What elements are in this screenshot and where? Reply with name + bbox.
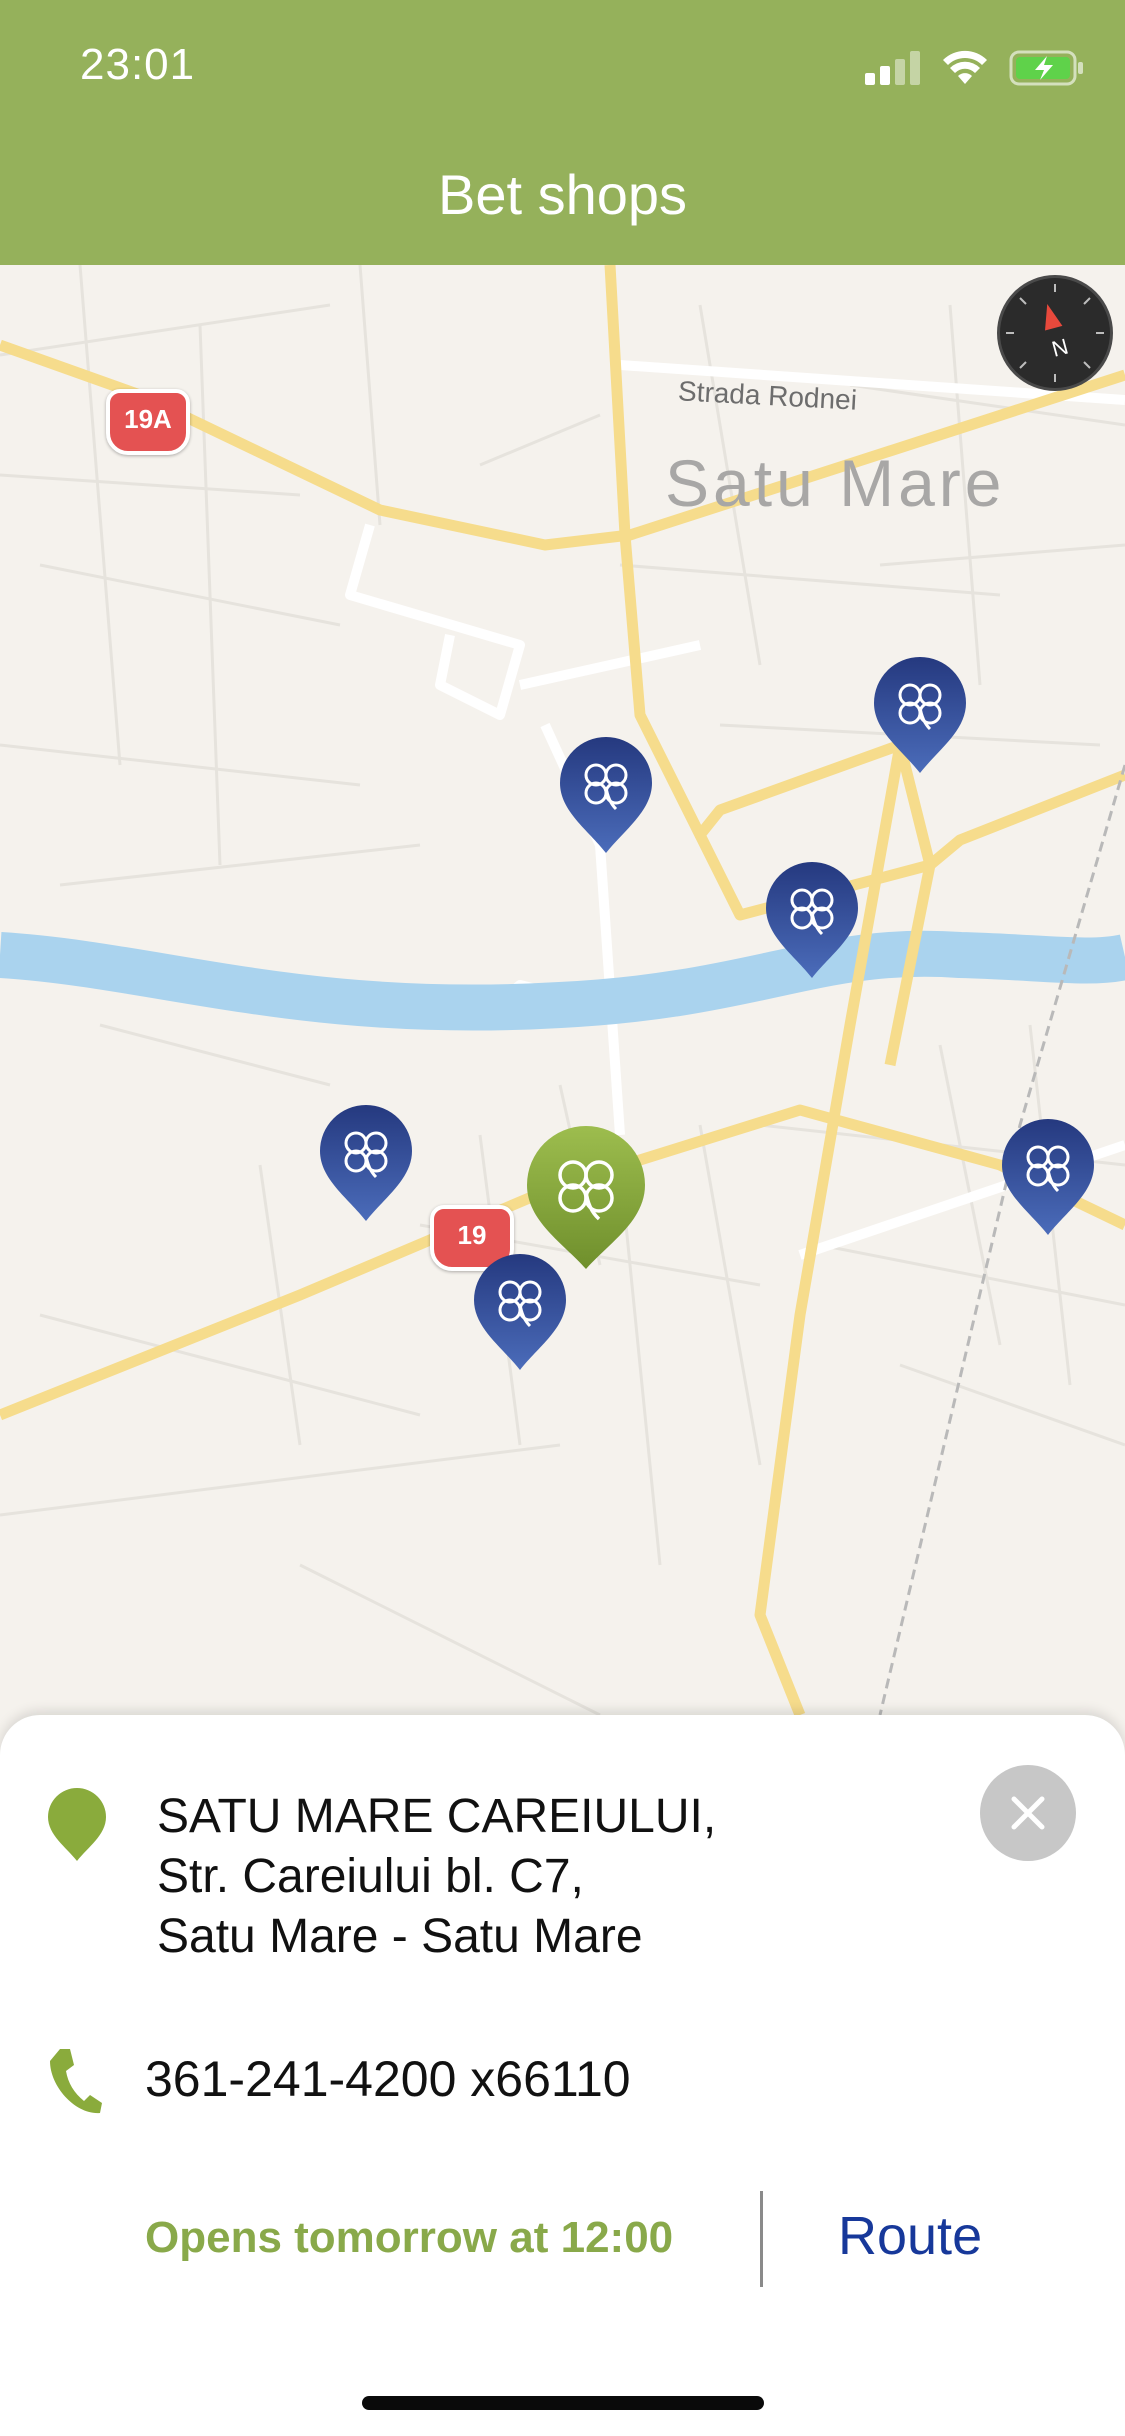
city-label: Satu Mare (665, 446, 1006, 520)
map-view[interactable]: Strada Rodnei Satu Mare 19A 19 N (0, 265, 1125, 1715)
shop-pin[interactable] (318, 1103, 414, 1223)
address-line: SATU MARE CAREIULUI, (157, 1790, 717, 1843)
status-time: 23:01 (80, 40, 196, 89)
road-shield-19a: 19A (106, 389, 190, 455)
phone-icon (50, 2049, 102, 2114)
nav-bar: Bet shops (0, 140, 1125, 265)
opening-status: Opens tomorrow at 12:00 (145, 2213, 674, 2262)
shop-pin[interactable] (872, 655, 968, 775)
close-icon (1011, 1796, 1045, 1830)
close-button[interactable] (980, 1765, 1076, 1861)
location-pin-icon (48, 1788, 106, 1861)
shop-pin[interactable] (1000, 1117, 1096, 1237)
page-title: Bet shops (437, 163, 688, 226)
svg-text:N: N (1049, 334, 1071, 362)
phone-number[interactable]: 361-241-4200 x66110 (145, 2050, 631, 2108)
status-icons (865, 48, 1085, 88)
battery-charging-icon (1009, 50, 1083, 86)
divider (760, 2191, 763, 2287)
compass-icon[interactable]: N (997, 275, 1113, 391)
shop-address: SATU MARE CAREIULUI, Str. Careiului bl. … (157, 1787, 716, 1967)
wifi-icon (943, 50, 987, 84)
home-indicator[interactable] (362, 2396, 764, 2410)
shop-pin[interactable] (764, 860, 860, 980)
selected-shop-pin[interactable] (525, 1125, 647, 1271)
route-button[interactable]: Route (838, 2205, 982, 2267)
status-bar: 23:01 (0, 0, 1125, 140)
address-line: Satu Mare - Satu Mare (157, 1910, 643, 1963)
cellular-signal-icon (865, 51, 920, 85)
shop-pin[interactable] (558, 735, 654, 855)
address-line: Str. Careiului bl. C7, (157, 1850, 584, 1903)
shop-details-sheet: SATU MARE CAREIULUI, Str. Careiului bl. … (0, 1715, 1125, 2436)
